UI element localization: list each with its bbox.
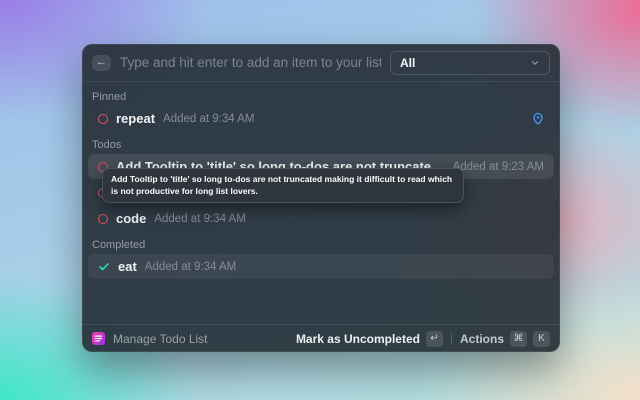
primary-action-button[interactable]: Mark as Uncompleted bbox=[296, 332, 420, 346]
section-label-completed: Completed bbox=[92, 239, 146, 251]
search-input[interactable] bbox=[120, 55, 381, 70]
raycast-window: ← All Pinned repeat Added at 9:34 AM Tod… bbox=[82, 44, 560, 352]
todo-circle-icon[interactable] bbox=[98, 113, 108, 124]
k-key-badge: K bbox=[533, 330, 550, 347]
actions-button[interactable]: Actions bbox=[460, 332, 504, 346]
todo-title: eat bbox=[118, 259, 137, 274]
extension-icon bbox=[92, 332, 105, 345]
command-header: ← All bbox=[82, 44, 560, 82]
section-label-pinned: Pinned bbox=[92, 91, 127, 103]
back-button[interactable]: ← bbox=[92, 54, 111, 71]
enter-key-badge: ↵ bbox=[425, 330, 443, 347]
filter-dropdown-value: All bbox=[400, 55, 416, 70]
todo-title: repeat bbox=[116, 111, 156, 126]
todo-added-time: Added at 9:34 AM bbox=[163, 112, 255, 125]
action-bar: Manage Todo List Mark as Uncompleted ↵ A… bbox=[82, 324, 560, 352]
todo-added-time: Added at 9:34 AM bbox=[144, 260, 237, 273]
filter-dropdown[interactable]: All bbox=[390, 50, 550, 75]
extension-title: Manage Todo List bbox=[113, 331, 208, 346]
cmd-key-badge: ⌘ bbox=[510, 330, 527, 347]
pin-icon bbox=[532, 112, 544, 125]
checkmark-icon[interactable] bbox=[98, 261, 110, 273]
todo-added-time: Added at 9:34 AM bbox=[154, 212, 246, 225]
todo-added-time: Added at 9:23 AM bbox=[452, 160, 544, 173]
todo-circle-icon[interactable] bbox=[98, 213, 108, 224]
todo-list: Pinned repeat Added at 9:34 AM Todos Add… bbox=[82, 82, 560, 324]
section-label-todos: Todos bbox=[92, 139, 122, 151]
todo-item-code[interactable]: code Added at 9:34 AM bbox=[88, 206, 554, 231]
chevron-down-icon bbox=[530, 58, 540, 68]
todo-item-eat[interactable]: eat Added at 9:34 AM bbox=[88, 254, 554, 279]
todo-item-repeat[interactable]: repeat Added at 9:34 AM bbox=[88, 106, 554, 131]
title-tooltip: Add Tooltip to 'title' so long to-dos ar… bbox=[102, 168, 464, 203]
todo-title: code bbox=[116, 211, 147, 226]
back-arrow-icon: ← bbox=[96, 56, 107, 68]
footer-divider bbox=[450, 333, 452, 344]
